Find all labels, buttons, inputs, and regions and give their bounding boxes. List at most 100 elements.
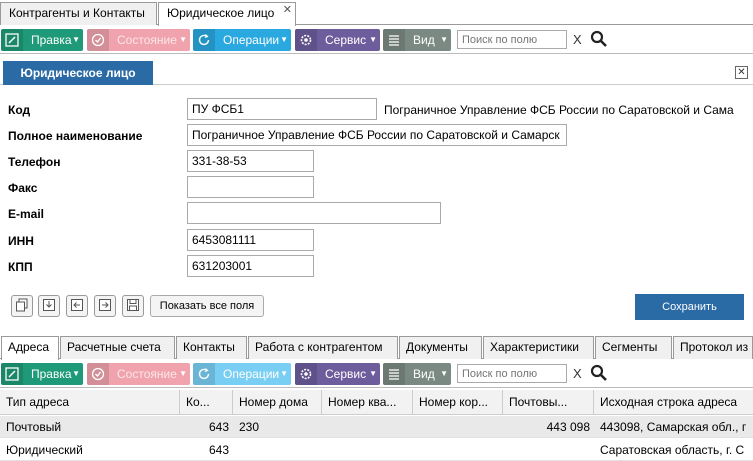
column-header[interactable]: Номер кор... (413, 390, 503, 415)
column-header[interactable]: Номер дома (233, 390, 322, 415)
chevron-down-icon: ▼ (72, 369, 80, 378)
edit-icon (1, 363, 23, 385)
edit-icon (1, 29, 23, 51)
state-label: Состояние (117, 33, 177, 47)
state-label: Состояние (117, 367, 177, 381)
tab-segments[interactable]: Сегменты (595, 336, 672, 359)
panel-title: Юридическое лицо (3, 61, 153, 85)
save-disk-button[interactable] (122, 295, 144, 317)
cell-type: Юридический (6, 443, 83, 457)
search-icon[interactable] (590, 364, 608, 385)
column-header[interactable]: Исходная строка адреса (594, 390, 753, 415)
tab-work[interactable]: Работа с контрагентом (248, 336, 398, 359)
cell-house: 230 (239, 420, 260, 434)
close-icon[interactable]: ✕ (735, 66, 748, 79)
code-field[interactable]: ПУ ФСБ1 (187, 98, 377, 120)
full-name-field[interactable]: Пограничное Управление ФСБ России по Сар… (187, 124, 567, 146)
gear-icon (295, 29, 317, 51)
save-button[interactable]: Сохранить (635, 294, 744, 320)
cell-code: 643 (208, 420, 229, 434)
tab-documents[interactable]: Документы (399, 336, 482, 359)
gear-icon (295, 363, 317, 385)
back-button[interactable] (66, 295, 88, 317)
arrow-left-icon (70, 298, 84, 315)
operations-menu-button[interactable]: Операции ▼ (193, 363, 291, 385)
full-name-label: Полное наименование (8, 129, 143, 143)
tab-contacts[interactable]: Контакты (176, 336, 247, 359)
kpp-field[interactable]: 631203001 (187, 255, 314, 277)
forward-button[interactable] (94, 295, 116, 317)
chevron-down-icon: ▼ (440, 35, 448, 44)
tab-contragents[interactable]: Контрагенты и Контакты (0, 2, 157, 25)
main-toolbar: Правка ▼ Состояние ▼ Операции ▼ Сервис ▼ Вид… (0, 27, 753, 54)
chevron-down-icon: ▼ (369, 35, 377, 44)
tab-bank-accounts[interactable]: Расчетные счета (60, 336, 175, 359)
search-input[interactable] (457, 364, 567, 383)
operations-label: Операции (223, 33, 280, 47)
column-header[interactable]: Почтовы... (503, 390, 594, 415)
email-field[interactable] (187, 202, 441, 224)
arrow-right-icon (98, 298, 112, 315)
cell-type: Почтовый (6, 420, 62, 434)
download-icon (42, 298, 56, 315)
table-row[interactable]: Юридический 643 Саратовская область, г. … (0, 439, 753, 461)
import-button[interactable] (38, 295, 60, 317)
clear-search-button[interactable]: X (573, 32, 582, 47)
cell-source: Саратовская область, г. С (600, 443, 745, 457)
close-icon[interactable]: ✕ (283, 3, 292, 16)
phone-label: Телефон (8, 155, 61, 169)
chevron-down-icon: ▼ (280, 35, 288, 44)
tab-protocol[interactable]: Протокол из (673, 336, 753, 359)
list-icon (383, 29, 405, 51)
grid-header: Тип адреса Ко... Номер дома Номер ква...… (0, 390, 753, 415)
chevron-down-icon: ▼ (440, 369, 448, 378)
clear-search-button[interactable]: X (573, 366, 582, 381)
code-label: Код (8, 103, 31, 117)
column-header[interactable]: Номер ква... (322, 390, 413, 415)
edit-label: Правка (31, 33, 72, 47)
top-tab-bar: Контрагенты и Контакты Юридическое лицо ✕ (0, 0, 753, 26)
tab-label: Юридическое лицо (167, 6, 275, 20)
show-all-fields-button[interactable]: Показать все поля (150, 295, 264, 317)
state-menu-button[interactable]: Состояние ▼ (87, 29, 190, 51)
service-label: Сервис (325, 33, 367, 47)
tab-characteristics[interactable]: Характеристики (483, 336, 594, 359)
inn-field[interactable]: 6453081111 (187, 229, 314, 251)
search-input[interactable] (457, 30, 567, 49)
tab-addresses[interactable]: Адреса (1, 336, 59, 360)
detail-toolbar: Правка ▼ Состояние ▼ Операции ▼ Сервис ▼ Вид… (0, 361, 753, 388)
detail-tab-bar: Адреса Расчетные счета Контакты Работа с… (0, 334, 753, 360)
copy-button[interactable] (11, 295, 33, 317)
table-row[interactable]: Почтовый 643 230 443 098 443098, Самарск… (0, 416, 753, 438)
chevron-down-icon: ▼ (72, 35, 80, 44)
chevron-down-icon: ▼ (179, 35, 187, 44)
column-header[interactable]: Тип адреса (0, 390, 180, 415)
tab-label: Контрагенты и Контакты (9, 6, 145, 20)
view-menu-button[interactable]: Вид ▼ (383, 29, 451, 51)
state-menu-button[interactable]: Состояние ▼ (87, 363, 190, 385)
view-menu-button[interactable]: Вид ▼ (383, 363, 451, 385)
phone-field[interactable]: 331-38-53 (187, 150, 314, 172)
state-icon (87, 363, 109, 385)
refresh-icon (193, 363, 215, 385)
operations-menu-button[interactable]: Операции ▼ (193, 29, 291, 51)
service-menu-button[interactable]: Сервис ▼ (295, 363, 380, 385)
search-icon[interactable] (590, 30, 608, 51)
cell-postcode (503, 439, 590, 461)
tab-legal-entity[interactable]: Юридическое лицо ✕ (158, 2, 296, 26)
cell-code: 643 (208, 443, 229, 457)
email-label: E-mail (8, 207, 45, 221)
operations-label: Операции (223, 367, 280, 381)
state-icon (87, 29, 109, 51)
fax-label: Факс (8, 181, 38, 195)
column-header[interactable]: Ко... (180, 390, 233, 415)
service-menu-button[interactable]: Сервис ▼ (295, 29, 380, 51)
view-label: Вид (413, 33, 435, 47)
fax-field[interactable] (187, 176, 314, 198)
copy-icon (15, 298, 29, 315)
cell-house (239, 439, 319, 461)
edit-menu-button[interactable]: Правка ▼ (1, 29, 83, 51)
chevron-down-icon: ▼ (280, 369, 288, 378)
list-icon (383, 363, 405, 385)
edit-menu-button[interactable]: Правка ▼ (1, 363, 83, 385)
